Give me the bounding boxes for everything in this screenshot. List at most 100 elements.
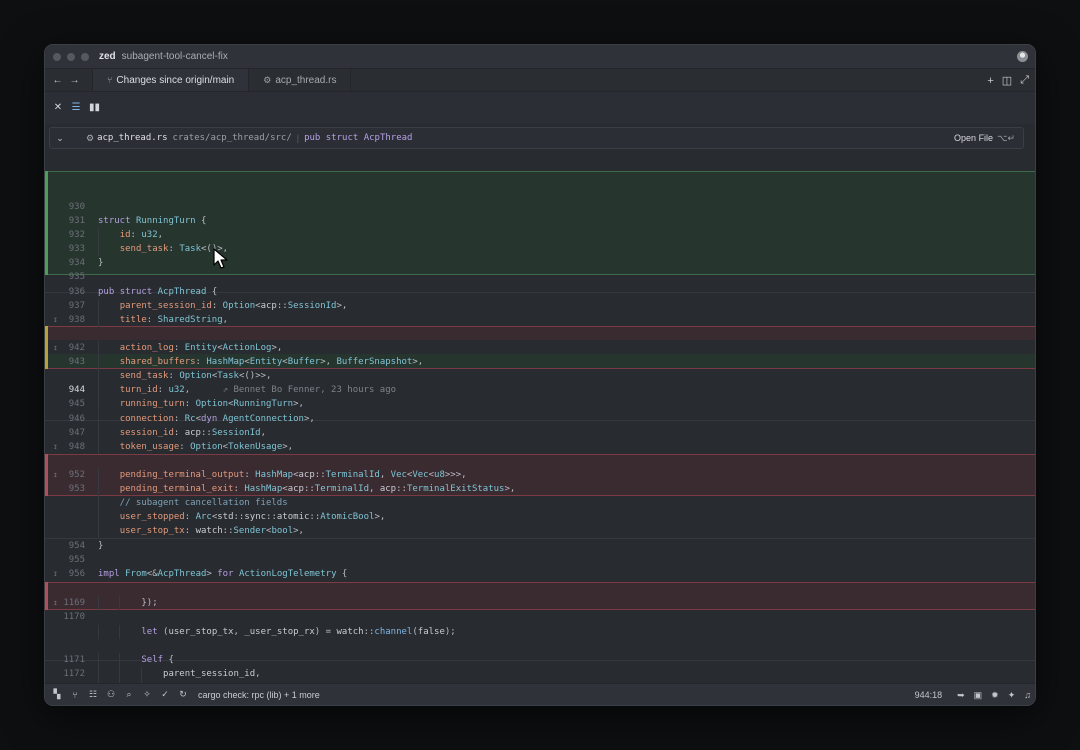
code-line[interactable]: action_log: Entity<ActionLog>, — [98, 341, 283, 355]
deleted-hunk-border — [45, 582, 1035, 610]
code-line[interactable]: running_turn: Option<RunningTurn>, — [98, 397, 304, 411]
agent-icon[interactable]: ✦ — [1008, 690, 1016, 701]
line-number: 954 — [68, 541, 85, 551]
expand-down-icon[interactable]: ↧ — [53, 313, 58, 327]
code-line[interactable]: user_stop_tx: watch::Sender<bool>, — [98, 524, 304, 538]
project-panel-icon[interactable]: ▚ — [52, 689, 62, 700]
line-number: 937 — [68, 301, 85, 311]
code-line[interactable]: shared_buffers: HashMap<Entity<Buffer>, … — [98, 355, 423, 369]
code-line[interactable]: token_usage: Option<TokenUsage>, — [98, 440, 293, 454]
code-line[interactable]: }); — [98, 596, 157, 610]
code-line[interactable]: parent_session_id, — [98, 667, 261, 681]
line-number: 942 — [68, 343, 85, 353]
feedback-icon[interactable]: ➥ — [957, 690, 965, 701]
line-number: 956 — [68, 569, 85, 579]
line-number: 947 — [68, 428, 85, 438]
plus-icon[interactable]: + — [987, 75, 993, 87]
zoom-window-button[interactable] — [81, 52, 89, 61]
line-number: 1172 — [63, 669, 85, 679]
code-line[interactable]: pending_terminal_output: HashMap<acp::Te… — [98, 468, 467, 482]
terminal-icon[interactable]: ▣ — [974, 690, 983, 701]
line-number: 934 — [68, 258, 85, 268]
tab-bar: ← → ⑂ Changes since origin/main ⚙ acp_th… — [45, 69, 1035, 92]
stage-icon[interactable]: ☰ — [71, 102, 81, 113]
code-line[interactable]: impl From<&AcpThread> for ActionLogTelem… — [98, 567, 347, 581]
app-name[interactable]: zed — [99, 51, 116, 62]
expand-up-icon[interactable]: ↥ — [53, 596, 58, 610]
code-line[interactable]: id: u32, — [98, 228, 163, 242]
forward-arrow-icon[interactable]: → — [66, 69, 83, 91]
line-number: 944 — [68, 385, 85, 395]
code-line[interactable]: pub struct AcpThread { — [98, 285, 217, 299]
expand-up-icon[interactable]: ↥ — [53, 468, 58, 482]
split-pane-icon[interactable]: ◫ — [1002, 74, 1012, 87]
line-number: 933 — [68, 244, 85, 254]
code-line[interactable]: turn_id: u32, ⇗ Bennet Bo Fenner, 23 hou… — [98, 383, 396, 397]
mouse-cursor-icon — [213, 248, 228, 269]
line-number: 943 — [68, 357, 85, 367]
code-line[interactable]: struct RunningTurn { — [98, 214, 206, 228]
diagnostics-icon[interactable]: ✧ — [142, 689, 152, 700]
expand-up-icon[interactable]: ↥ — [53, 341, 58, 355]
line-number: 946 — [68, 414, 85, 424]
open-file-label: Open File — [954, 132, 994, 143]
code-line[interactable]: // subagent cancellation fields — [98, 496, 288, 510]
code-line[interactable]: connection: Rc<dyn AgentConnection>, — [98, 412, 315, 426]
check-icon[interactable]: ✓ — [160, 689, 170, 700]
breadcrumb-path: crates/acp_thread/src/ — [172, 133, 292, 143]
outline-icon[interactable]: ☷ — [88, 689, 98, 700]
code-line[interactable]: user_stopped: Arc<std::sync::atomic::Ato… — [98, 510, 386, 524]
code-line[interactable]: } — [98, 539, 103, 553]
notification-icon[interactable]: ♫ — [1024, 690, 1031, 700]
tab-changes[interactable]: ⑂ Changes since origin/main — [92, 69, 250, 91]
line-number: 1171 — [63, 655, 85, 665]
collab-icon[interactable]: ⚇ — [106, 689, 116, 700]
chevron-down-icon[interactable]: ⌄ — [50, 133, 70, 144]
breadcrumb-file[interactable]: acp_thread.rs — [97, 133, 167, 143]
pause-icon[interactable]: ▮▮ — [89, 102, 100, 113]
breadcrumb-symbol[interactable]: pub struct AcpThread — [304, 133, 412, 143]
search-icon[interactable]: ⌕ — [124, 689, 134, 700]
code-line[interactable]: let (user_stop_tx, _user_stop_rx) = watc… — [98, 625, 455, 639]
line-number: 953 — [68, 484, 85, 494]
minimize-window-button[interactable] — [67, 52, 75, 61]
code-line[interactable]: send_task: Task<()>, — [98, 242, 228, 256]
cursor-position[interactable]: 944:18 — [915, 690, 943, 700]
rust-file-icon: ⚙ — [263, 74, 272, 85]
line-number: 931 — [68, 216, 85, 226]
open-file-button[interactable]: Open File ⌥↵ — [954, 133, 1015, 144]
task-status[interactable]: cargo check: rpc (lib) + 1 more — [198, 690, 320, 700]
expand-down-icon[interactable]: ↧ — [53, 567, 58, 581]
line-number: 1169 — [63, 598, 85, 608]
refresh-icon: ↻ — [179, 689, 187, 699]
title-bar: zed subagent-tool-cancel-fix — [45, 45, 1035, 69]
tab-actions: + ◫ ⤢ — [987, 69, 1029, 92]
code-line[interactable]: title: SharedString, — [98, 313, 228, 327]
status-right: 944:18 ➥ ▣ ✹ ✦ ♫ — [915, 684, 1031, 705]
branch-name[interactable]: subagent-tool-cancel-fix — [122, 51, 228, 62]
close-window-button[interactable] — [53, 52, 61, 61]
code-line[interactable]: session_id: acp::SessionId, — [98, 426, 266, 440]
hunk-separator — [45, 538, 1035, 539]
code-line[interactable]: parent_session_id: Option<acp::SessionId… — [98, 299, 348, 313]
code-line[interactable]: } — [98, 256, 103, 270]
back-arrow-icon[interactable]: ← — [49, 69, 66, 91]
editor-window: zed subagent-tool-cancel-fix ← → ⑂ Chang… — [44, 44, 1036, 706]
git-icon[interactable]: ⑂ — [70, 690, 80, 700]
rust-file-icon: ⚙ — [86, 132, 95, 143]
tab-acp-thread[interactable]: ⚙ acp_thread.rs — [249, 69, 352, 91]
status-bar: ▚ ⑂ ☷ ⚇ ⌕ ✧ ✓ ↻ cargo check: rpc (lib) +… — [45, 683, 1035, 705]
code-line[interactable]: pending_terminal_exit: HashMap<acp::Term… — [98, 482, 516, 496]
user-avatar[interactable] — [1017, 51, 1028, 62]
diff-editor[interactable]: 930 931 struct RunningTurn {932 id: u32, 93… — [45, 124, 1035, 684]
expand-down-icon[interactable]: ↧ — [53, 440, 58, 454]
collapse-icon[interactable]: ✕ — [53, 102, 63, 113]
code-line[interactable]: Self { — [98, 653, 174, 667]
line-number: 945 — [68, 399, 85, 409]
line-number: 955 — [68, 555, 85, 565]
debugger-icon[interactable]: ✹ — [991, 690, 999, 701]
tab-label: Changes since origin/main — [116, 74, 235, 86]
code-line[interactable]: send_task: Option<Task<()>>, — [98, 369, 272, 383]
breadcrumb: ⌄ ⚙ acp_thread.rs crates/acp_thread/src/… — [49, 127, 1024, 149]
maximize-icon[interactable]: ⤢ — [1020, 74, 1029, 87]
